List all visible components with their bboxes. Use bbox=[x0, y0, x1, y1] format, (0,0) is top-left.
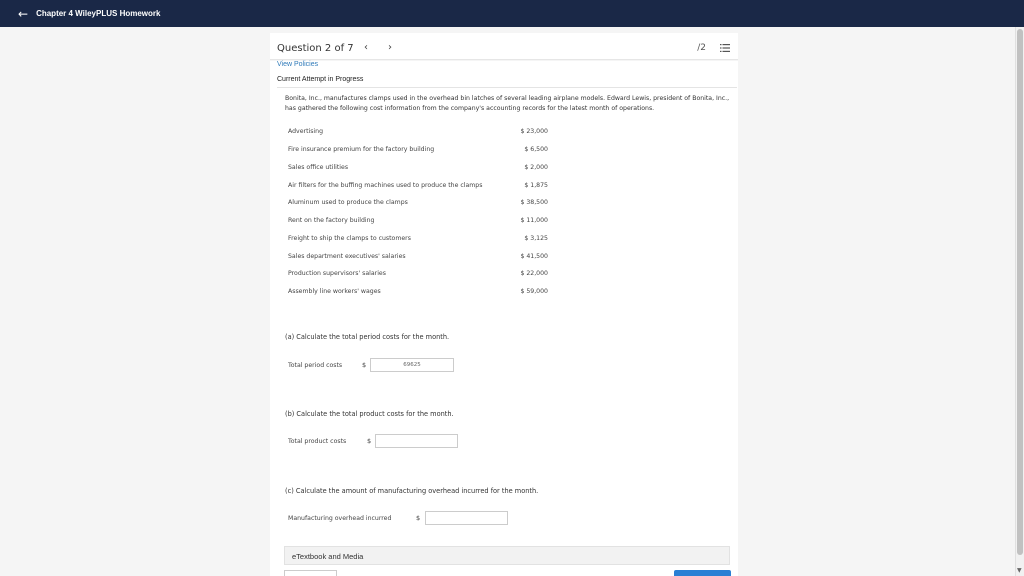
cost-amount: $ 59,000 bbox=[520, 288, 548, 295]
view-policies-link[interactable]: View Policies bbox=[277, 61, 318, 68]
part-a-prompt: (a) Calculate the total period costs for… bbox=[285, 333, 450, 341]
primary-button[interactable] bbox=[674, 570, 731, 576]
cost-amount: $ 6,500 bbox=[524, 146, 548, 153]
cost-label: Advertising bbox=[288, 128, 324, 135]
cost-label: Production supervisors' salaries bbox=[288, 270, 386, 277]
manufacturing-overhead-label: Manufacturing overhead incurred bbox=[288, 515, 392, 522]
total-period-costs-input[interactable] bbox=[370, 358, 454, 372]
cost-label: Air filters for the buffing machines use… bbox=[288, 182, 483, 189]
currency-symbol: $ bbox=[367, 437, 372, 445]
cost-amount: $ 38,500 bbox=[520, 199, 548, 206]
cost-amount: $ 1,875 bbox=[524, 182, 548, 189]
manufacturing-overhead-input[interactable] bbox=[425, 511, 508, 525]
main-content: Question 2 of 7 ‹ › /2 View Policies Cur… bbox=[0, 27, 1015, 576]
cost-label: Aluminum used to produce the clamps bbox=[288, 199, 408, 206]
currency-symbol: $ bbox=[362, 361, 367, 369]
cost-amount: $ 23,000 bbox=[520, 128, 548, 135]
cost-amount: $ 2,000 bbox=[524, 164, 548, 171]
cost-row: Air filters for the buffing machines use… bbox=[288, 182, 548, 194]
cost-row: Fire insurance premium for the factory b… bbox=[288, 146, 548, 158]
cost-label: Fire insurance premium for the factory b… bbox=[288, 146, 435, 153]
question-counter: Question 2 of 7 bbox=[277, 43, 354, 54]
currency-symbol: $ bbox=[416, 514, 421, 522]
cost-amount: $ 3,125 bbox=[524, 235, 548, 242]
assignment-title[interactable]: Chapter 4 WileyPLUS Homework bbox=[36, 9, 160, 18]
question-card: View Policies Current Attempt in Progres… bbox=[270, 61, 738, 576]
cost-label: Freight to ship the clamps to customers bbox=[288, 235, 411, 242]
attempt-status: Current Attempt in Progress bbox=[277, 76, 364, 83]
cost-label: Sales department executives' salaries bbox=[288, 253, 406, 260]
cost-label: Rent on the factory building bbox=[288, 217, 375, 224]
cost-row: Aluminum used to produce the clamps $ 38… bbox=[288, 199, 548, 211]
total-product-costs-input[interactable] bbox=[375, 434, 458, 448]
problem-intro: Bonita, Inc., manufactures clamps used i… bbox=[285, 95, 730, 112]
cost-amount: $ 22,000 bbox=[520, 270, 548, 277]
cost-row: Sales office utilities $ 2,000 bbox=[288, 164, 548, 176]
total-product-costs-label: Total product costs bbox=[288, 438, 347, 445]
cost-amount: $ 41,500 bbox=[520, 253, 548, 260]
cost-row: Freight to ship the clamps to customers … bbox=[288, 235, 548, 247]
cost-row: Rent on the factory building $ 11,000 bbox=[288, 217, 548, 229]
cost-label: Assembly line workers' wages bbox=[288, 288, 381, 295]
cost-label: Sales office utilities bbox=[288, 164, 349, 171]
divider bbox=[277, 87, 737, 88]
cost-row: Sales department executives' salaries $ … bbox=[288, 253, 548, 265]
cost-row: Production supervisors' salaries $ 22,00… bbox=[288, 270, 548, 282]
question-score: /2 bbox=[697, 43, 706, 53]
scrollbar-thumb[interactable] bbox=[1017, 29, 1023, 555]
cost-row: Assembly line workers' wages $ 59,000 bbox=[288, 288, 548, 300]
etextbook-panel[interactable]: eTextbook and Media bbox=[284, 546, 730, 565]
cost-amount: $ 11,000 bbox=[520, 217, 548, 224]
question-header: Question 2 of 7 ‹ › /2 bbox=[270, 33, 738, 60]
secondary-button[interactable] bbox=[284, 570, 337, 576]
etextbook-label: eTextbook and Media bbox=[292, 552, 364, 561]
arrow-left-icon[interactable]: ← bbox=[18, 8, 28, 20]
cost-row: Advertising $ 23,000 bbox=[288, 128, 548, 140]
total-period-costs-label: Total period costs bbox=[288, 362, 343, 369]
next-question-button[interactable]: › bbox=[388, 42, 392, 53]
top-bar: ← Chapter 4 WileyPLUS Homework bbox=[0, 0, 1024, 27]
vertical-scrollbar[interactable]: ▼ bbox=[1015, 27, 1024, 576]
previous-question-button[interactable]: ‹ bbox=[364, 42, 368, 53]
part-c-prompt: (c) Calculate the amount of manufacturin… bbox=[285, 487, 539, 495]
list-icon[interactable] bbox=[720, 44, 730, 52]
scroll-down-icon[interactable]: ▼ bbox=[1017, 568, 1022, 574]
part-b-prompt: (b) Calculate the total product costs fo… bbox=[285, 410, 454, 418]
